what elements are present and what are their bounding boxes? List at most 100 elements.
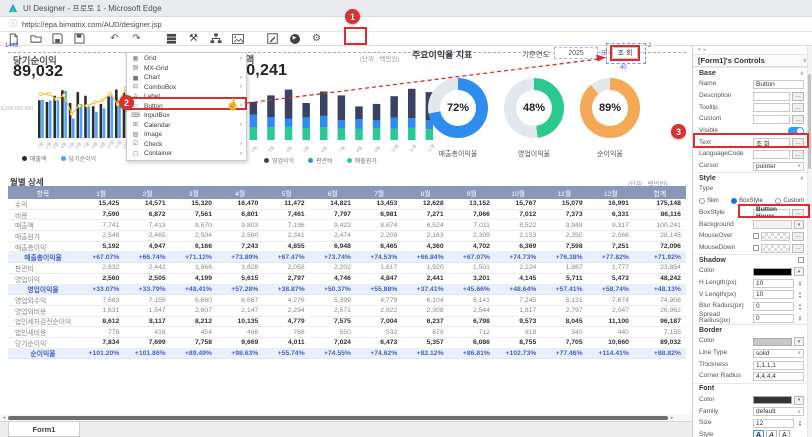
- donut-gauge: 48% 영업이익율: [502, 78, 566, 159]
- submenu-arrow-icon: ›: [240, 141, 242, 147]
- panel-scrollbar[interactable]: [807, 46, 812, 437]
- table-row: 매출총이익 5,1924,947 6,1667,243 4,8556,948 6…: [8, 242, 686, 253]
- save-all-icon[interactable]: [73, 33, 86, 45]
- description-more-button[interactable]: …: [792, 92, 804, 101]
- mouseover-more-button[interactable]: …: [792, 232, 804, 241]
- table-row: 영업이익율 +33.07%+33.79% +48.41%+57.28% +38.…: [8, 285, 686, 296]
- save-icon[interactable]: [51, 33, 64, 45]
- menu-item[interactable]: ⊞ Calendar ›: [127, 121, 246, 131]
- prop-line-type: Line Typesolid∨: [693, 348, 812, 360]
- radio-skin[interactable]: Skin: [699, 198, 719, 204]
- mousedown-checkbox[interactable]: [753, 245, 759, 251]
- panel-mini-toolbar: ▾▸: [693, 46, 812, 54]
- h-length-spinner[interactable]: ▴▾: [796, 280, 804, 287]
- gauges-title: 주요이익율 지표: [412, 48, 472, 61]
- shadow-color-swatch[interactable]: [753, 268, 792, 276]
- font-color-swatch[interactable]: [753, 396, 792, 404]
- submenu-arrow-icon: ›: [240, 151, 242, 157]
- menu-item[interactable]: ▤ MX-Grid: [127, 64, 246, 74]
- menu-item-icon: ▢: [131, 151, 140, 157]
- horizontal-scrollbar[interactable]: ◂ ▸: [0, 414, 692, 421]
- table-header-row: 항목1월2월3월4월5월6월7월8월9월10월11월12월합계: [8, 186, 686, 199]
- languagecode-input[interactable]: [753, 150, 790, 159]
- sales-legend: 영업이익 판관비 매출원가: [264, 156, 377, 165]
- url-bar[interactable]: ⓘ https://epa.bimatrix.com/AUD/designer.…: [0, 17, 812, 32]
- prop-background: Background▾: [693, 219, 812, 231]
- dataset-icon[interactable]: [165, 33, 178, 45]
- tab-form1[interactable]: Form1: [8, 422, 80, 437]
- cursor-select[interactable]: pointer∨: [753, 162, 804, 171]
- expand-icon[interactable]: ▸: [704, 47, 707, 53]
- custom-more-button[interactable]: …: [792, 115, 804, 124]
- menu-item[interactable]: ▅ Chart ›: [127, 73, 246, 83]
- component-tools-icon[interactable]: ⚒: [187, 33, 200, 45]
- background-dropdown-icon[interactable]: ▾: [794, 220, 804, 229]
- custom-input[interactable]: [753, 115, 790, 124]
- redo-icon[interactable]: ↷: [130, 33, 143, 45]
- section-style[interactable]: Style∧: [693, 172, 812, 184]
- panel-header[interactable]: [Form1]'s Controls ∨: [693, 54, 812, 67]
- menu-item-icon: ▨: [131, 132, 140, 138]
- callout-3: 3: [671, 124, 686, 139]
- donut-ring: 48%: [504, 78, 564, 138]
- v-length-spinner[interactable]: ▴▾: [796, 291, 804, 298]
- scroll-left-icon[interactable]: ◂: [0, 415, 8, 421]
- pin-icon[interactable]: ▾: [698, 47, 701, 53]
- panel-scrollbar-thumb[interactable]: [808, 74, 811, 169]
- menu-item[interactable]: ▨ Image: [127, 130, 246, 140]
- menu-item[interactable]: ▦ Grid ›: [127, 54, 246, 64]
- tooltip-more-button[interactable]: …: [792, 103, 804, 112]
- settings-gear-icon[interactable]: ⚙: [310, 33, 323, 45]
- italic-button[interactable]: A: [766, 430, 777, 437]
- menu-item[interactable]: ☑ Check ›: [127, 140, 246, 150]
- base-year-input[interactable]: 2025: [554, 47, 598, 59]
- shadow-color-dropdown-icon[interactable]: ▾: [794, 267, 804, 276]
- edit-icon[interactable]: [266, 33, 279, 45]
- monthly-detail-table: 항목1월2월3월4월5월6월7월8월9월10월11월12월합계 수익 15,42…: [8, 186, 686, 359]
- open-folder-icon[interactable]: [29, 33, 42, 45]
- underline-button[interactable]: A: [779, 430, 790, 437]
- font-color-dropdown-icon[interactable]: ▾: [794, 396, 804, 405]
- prop-mousedown: MouseDown…: [693, 242, 812, 254]
- menu-item[interactable]: ▢ Container ›: [127, 149, 246, 159]
- table-row: 영업외비용 1,6311,547 2,6072,147 2,2942,571 2…: [8, 306, 686, 317]
- mouseover-checkbox[interactable]: [753, 233, 759, 239]
- prop-languagecode: LanguageCode…: [693, 149, 812, 161]
- menu-item[interactable]: ⊟ ComboBox ›: [127, 83, 246, 93]
- scroll-right-icon[interactable]: ▸: [668, 415, 676, 421]
- name-input: Button: [756, 81, 801, 88]
- bold-button[interactable]: A: [753, 430, 764, 437]
- prop-mouseover: MouseOver…: [693, 231, 812, 243]
- description-input[interactable]: [753, 92, 790, 101]
- mouseover-swatch[interactable]: [761, 232, 790, 241]
- annotation-box-text-prop: [693, 133, 809, 148]
- languagecode-more-button[interactable]: …: [792, 150, 804, 159]
- run-icon[interactable]: ▶: [288, 33, 301, 45]
- chevron-up-icon: ∧: [800, 175, 804, 182]
- scrollbar-thumb[interactable]: [8, 416, 668, 420]
- font-size-spinner[interactable]: ▴▾: [796, 420, 804, 427]
- mousedown-swatch[interactable]: [761, 244, 790, 253]
- corner-radius-input: 4,4,4,4: [756, 373, 801, 380]
- tooltip-input[interactable]: [753, 103, 790, 112]
- button-width-dim: 40: [620, 65, 627, 71]
- submenu-arrow-icon: ›: [240, 56, 242, 62]
- border-color-dropdown-icon[interactable]: ▾: [794, 337, 804, 346]
- blur-radius-spinner[interactable]: ▴▾: [796, 303, 804, 310]
- prop-spread-radius: Spread Radius(px)0▴▾: [693, 312, 812, 324]
- mousedown-more-button[interactable]: …: [792, 244, 804, 253]
- font-family-select[interactable]: default∨: [753, 407, 804, 416]
- image-grid-icon[interactable]: [231, 33, 244, 45]
- url-text[interactable]: https://epa.bimatrix.com/AUD/designer.js…: [22, 20, 162, 29]
- menu-item-icon: ⊟: [131, 84, 140, 90]
- undo-icon[interactable]: ↶: [108, 33, 121, 45]
- shadow-checkbox[interactable]: [798, 257, 804, 263]
- border-color-swatch[interactable]: [753, 338, 792, 346]
- spread-radius-spinner[interactable]: ▴▾: [796, 315, 804, 322]
- hierarchy-icon[interactable]: [209, 33, 222, 45]
- line-type-select[interactable]: solid∨: [753, 349, 804, 358]
- background-select[interactable]: [753, 220, 792, 229]
- page-info-icon[interactable]: ⓘ: [9, 20, 17, 28]
- design-canvas[interactable]: 1443 당기순이익 89,032 6,000,000,000 1월2월3월4월…: [0, 46, 692, 437]
- section-base[interactable]: Base∧: [693, 67, 812, 79]
